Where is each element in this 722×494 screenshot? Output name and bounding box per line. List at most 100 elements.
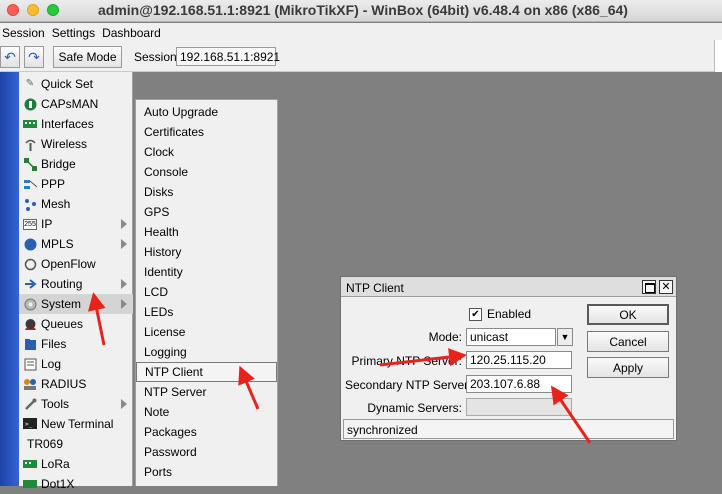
mode-dropdown-button[interactable]: ▼ [557, 328, 573, 346]
undo-icon: ↶ [4, 48, 16, 65]
submenu-item-clock[interactable]: Clock [136, 142, 277, 162]
submenu-item-auto-upgrade[interactable]: Auto Upgrade [136, 102, 277, 122]
submenu-arrow-icon [121, 279, 127, 289]
checkmark-icon: ✔ [471, 309, 480, 320]
sidebar-item-new-terminal[interactable]: >_ New Terminal [19, 414, 133, 434]
sidebar-item-mpls[interactable]: MPLS [19, 234, 133, 254]
sidebar-item-dot1x[interactable]: Dot1X [19, 474, 133, 494]
session-field[interactable]: 192.168.51.1:8921 [176, 47, 280, 66]
radius-icon [23, 377, 37, 391]
sidebar-item-ip[interactable]: 255 IP [19, 214, 133, 234]
svg-text:>_: >_ [25, 421, 33, 428]
sidebar-item-wireless[interactable]: Wireless [19, 134, 133, 154]
dialog-title: NTP Client [346, 281, 404, 295]
enabled-label: Enabled [487, 307, 532, 321]
submenu-item-certificates[interactable]: Certificates [136, 122, 277, 142]
submenu-item-packages[interactable]: Packages [136, 422, 277, 442]
secondary-ntp-label: Secondary NTP Server: [345, 378, 472, 392]
submenu-item-ntp-client[interactable]: NTP Client [136, 362, 277, 382]
lora-icon [23, 457, 37, 471]
ip-icon: 255 [23, 218, 37, 230]
dialog-title-bar[interactable]: NTP Client ✕ [341, 277, 676, 297]
minimize-window-button[interactable] [27, 4, 39, 16]
cancel-button[interactable]: Cancel [587, 331, 669, 352]
submenu-item-disks[interactable]: Disks [136, 182, 277, 202]
sidebar-item-mesh[interactable]: Mesh [19, 194, 133, 214]
submenu-item-note[interactable]: Note [136, 402, 277, 422]
title-bar: admin@192.168.51.1:8921 (MikroTikXF) - W… [0, 0, 722, 22]
close-icon[interactable]: ✕ [659, 280, 673, 294]
zoom-window-button[interactable] [47, 4, 59, 16]
sidebar-item-openflow[interactable]: OpenFlow [19, 254, 133, 274]
sidebar-item-tools[interactable]: Tools [19, 394, 133, 414]
session-label: Session: [134, 50, 181, 64]
interfaces-icon [23, 117, 37, 131]
redo-icon: ↷ [28, 48, 40, 65]
menu-bar: Session Settings Dashboard [0, 23, 722, 43]
safe-mode-button[interactable]: Safe Mode [53, 46, 122, 68]
capsman-icon [23, 97, 37, 111]
sidebar-item-label: Log [41, 357, 62, 371]
submenu-item-logging[interactable]: Logging [136, 342, 277, 362]
submenu-arrow-icon [121, 399, 127, 409]
enabled-checkbox[interactable]: ✔ [469, 308, 482, 321]
sidebar-item-tr069[interactable]: TR069 [19, 434, 133, 454]
sidebar-item-files[interactable]: Files [19, 334, 133, 354]
submenu-item-leds[interactable]: LEDs [136, 302, 277, 322]
sidebar-item-log[interactable]: Log [19, 354, 133, 374]
sidebar-item-label: CAPsMAN [41, 97, 99, 111]
tools-icon [23, 397, 37, 411]
mpls-icon [23, 237, 37, 251]
sidebar-item-radius[interactable]: RADIUS [19, 374, 133, 394]
sidebar-item-queues[interactable]: Queues [19, 314, 133, 334]
chevron-down-icon: ▼ [560, 332, 570, 342]
submenu-item-ports[interactable]: Ports [136, 462, 277, 482]
window-title: admin@192.168.51.1:8921 (MikroTikXF) - W… [98, 2, 628, 18]
submenu-item-history[interactable]: History [136, 242, 277, 262]
menu-session[interactable]: Session [0, 26, 50, 40]
sidebar: ✎ Quick Set CAPsMAN Interfaces Wireless … [19, 72, 133, 491]
sidebar-item-label: Wireless [41, 137, 88, 151]
sidebar-item-label: TR069 [27, 437, 64, 451]
sidebar-item-bridge[interactable]: Bridge [19, 154, 133, 174]
sidebar-item-capsman[interactable]: CAPsMAN [19, 94, 133, 114]
sidebar-item-interfaces[interactable]: Interfaces [19, 114, 133, 134]
submenu-item-identity[interactable]: Identity [136, 262, 277, 282]
submenu-item-console[interactable]: Console [136, 162, 277, 182]
menu-dashboard[interactable]: Dashboard [100, 26, 166, 40]
primary-ntp-input[interactable]: 120.25.115.20 [466, 351, 572, 369]
files-icon [23, 337, 37, 351]
submenu-item-license[interactable]: License [136, 322, 277, 342]
submenu-item-gps[interactable]: GPS [136, 202, 277, 222]
status-bar: synchronized [343, 419, 674, 439]
submenu-item-password[interactable]: Password [136, 442, 277, 462]
mesh-icon [23, 197, 37, 211]
apply-button[interactable]: Apply [587, 357, 669, 378]
submenu-item-lcd[interactable]: LCD [136, 282, 277, 302]
ntp-client-dialog: NTP Client ✕ ✔ Enabled Mode: unicast ▼ P… [340, 276, 677, 441]
sidebar-item-label: System [41, 297, 82, 311]
sidebar-item-system[interactable]: System [19, 294, 133, 314]
sidebar-item-label: Quick Set [41, 77, 94, 91]
submenu-item-ntp-server[interactable]: NTP Server [136, 382, 277, 402]
ok-button[interactable]: OK [587, 304, 669, 325]
redo-button[interactable]: ↷ [24, 46, 44, 68]
mode-select[interactable]: unicast [466, 328, 556, 346]
secondary-ntp-input[interactable]: 203.107.6.88 [466, 375, 572, 393]
maximize-icon[interactable] [642, 280, 656, 294]
sidebar-item-quick-set[interactable]: ✎ Quick Set [19, 74, 133, 94]
undo-button[interactable]: ↶ [0, 46, 20, 68]
submenu-item-health[interactable]: Health [136, 222, 277, 242]
close-window-button[interactable] [7, 4, 19, 16]
sidebar-item-lora[interactable]: LoRa [19, 454, 133, 474]
submenu-arrow-icon [121, 219, 127, 229]
ppp-icon [23, 177, 37, 191]
sidebar-item-ppp[interactable]: PPP [19, 174, 133, 194]
terminal-icon: >_ [23, 417, 37, 431]
sidebar-item-label: New Terminal [41, 417, 114, 431]
dynamic-servers-field [466, 398, 572, 416]
sidebar-item-routing[interactable]: Routing [19, 274, 133, 294]
bridge-icon [23, 157, 37, 171]
menu-settings[interactable]: Settings [50, 26, 100, 40]
system-submenu: Auto Upgrade Certificates Clock Console … [135, 99, 278, 486]
